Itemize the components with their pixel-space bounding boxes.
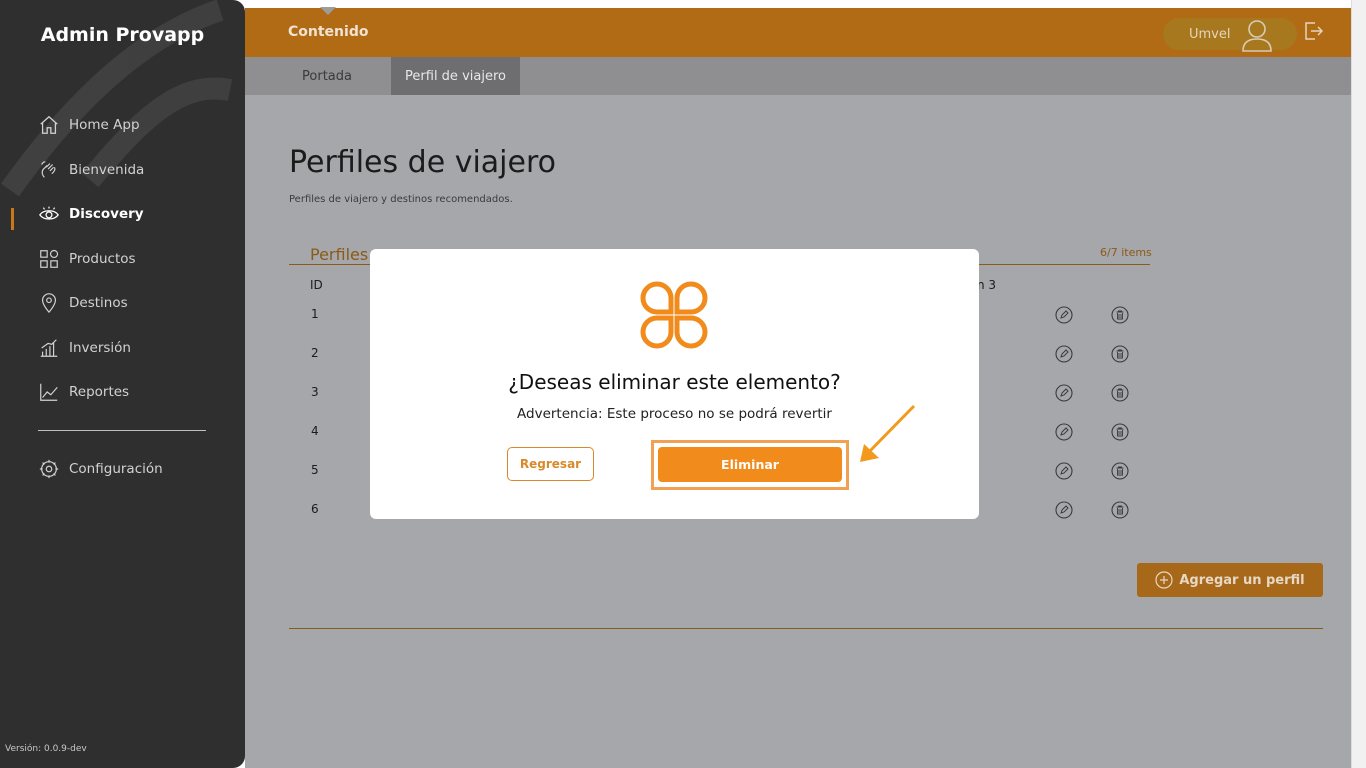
- page-title: Perfiles de viajero: [289, 145, 556, 180]
- sidebar-item-label: Bienvenida: [69, 162, 145, 178]
- sidebar-item-discovery[interactable]: Discovery: [38, 203, 144, 225]
- back-button[interactable]: Regresar: [507, 447, 594, 481]
- delete-icon[interactable]: [1111, 384, 1129, 402]
- sidebar-item-configuracion[interactable]: Configuración: [38, 458, 163, 480]
- edit-icon[interactable]: [1055, 423, 1073, 441]
- edit-icon[interactable]: [1055, 345, 1073, 363]
- column-header-3: n 3: [977, 278, 997, 292]
- items-count: 6/7 items: [1100, 246, 1152, 259]
- wave-hand-icon: [41, 161, 56, 178]
- tab-perfil-de-viajero[interactable]: Perfil de viajero: [391, 57, 520, 95]
- sidebar-item-productos[interactable]: Productos: [38, 248, 136, 270]
- active-indicator: [11, 208, 14, 230]
- user-name: Umvel: [1189, 26, 1231, 42]
- line-chart-icon: [40, 383, 58, 401]
- bottom-divider: [289, 628, 1323, 629]
- row-id: 2: [311, 346, 319, 360]
- sidebar-item-label: Configuración: [69, 461, 163, 477]
- dialog-question: ¿Deseas eliminar este elemento?: [508, 370, 841, 394]
- caret-icon: [320, 7, 336, 15]
- version-label: Versión: 0.0.9-dev: [5, 744, 87, 754]
- grid-icon: [40, 249, 59, 268]
- tab-bar: Portada Perfil de viajero: [245, 57, 1351, 95]
- sidebar-item-reportes[interactable]: Reportes: [38, 381, 129, 403]
- add-profile-button[interactable]: Agregar un perfil: [1137, 563, 1323, 597]
- delete-button[interactable]: Eliminar: [658, 447, 842, 482]
- sidebar-item-bienvenida[interactable]: Bienvenida: [38, 159, 144, 181]
- confirm-delete-dialog: ¿Deseas eliminar este elemento? Adverten…: [370, 249, 979, 519]
- sidebar-item-home-app[interactable]: Home App: [38, 114, 140, 136]
- app-brand: Admin Provapp: [40, 24, 205, 46]
- sidebar-item-label: Inversión: [69, 340, 131, 356]
- eye-icon: [39, 206, 59, 220]
- sidebar-item-label: Productos: [69, 251, 136, 267]
- sidebar: Admin Provapp Home App Bienvenida Discov…: [0, 0, 245, 768]
- sidebar-item-inversion[interactable]: Inversión: [38, 337, 131, 359]
- delete-button-highlight: Eliminar: [651, 440, 849, 490]
- plus-circle-icon: [1155, 571, 1173, 589]
- add-profile-label: Agregar un perfil: [1179, 572, 1305, 588]
- row-id: 4: [311, 424, 319, 438]
- edit-icon[interactable]: [1055, 462, 1073, 480]
- edit-icon[interactable]: [1055, 384, 1073, 402]
- delete-icon[interactable]: [1111, 423, 1129, 441]
- delete-icon[interactable]: [1111, 306, 1129, 324]
- delete-icon[interactable]: [1111, 345, 1129, 363]
- edit-icon[interactable]: [1055, 501, 1073, 519]
- list-title: Perfiles: [310, 245, 369, 264]
- sidebar-item-label: Discovery: [69, 206, 144, 222]
- gear-icon: [39, 459, 59, 479]
- location-pin-icon: [41, 293, 57, 314]
- sidebar-item-label: Reportes: [69, 384, 130, 400]
- user-menu[interactable]: Umvel: [1163, 18, 1297, 52]
- tab-portada[interactable]: Portada: [281, 57, 373, 95]
- section-title: Contenido: [288, 24, 369, 40]
- logout-icon[interactable]: [1302, 20, 1324, 42]
- delete-icon[interactable]: [1111, 501, 1129, 519]
- sidebar-item-label: Home App: [69, 117, 140, 133]
- sidebar-item-destinos[interactable]: Destinos: [38, 292, 128, 314]
- row-id: 5: [311, 463, 319, 477]
- edit-icon[interactable]: [1055, 306, 1073, 324]
- sidebar-item-label: Destinos: [69, 295, 128, 311]
- row-id: 3: [311, 385, 319, 399]
- home-icon: [40, 115, 58, 134]
- annotation-arrow-icon: [860, 404, 916, 462]
- delete-icon[interactable]: [1111, 462, 1129, 480]
- sidebar-divider: [38, 430, 206, 431]
- page-subtitle: Perfiles de viajero y destinos recomenda…: [289, 194, 513, 205]
- top-bar: Contenido Umvel: [245, 7, 1351, 57]
- clover-logo-icon: [640, 281, 708, 349]
- column-header-id: ID: [310, 278, 323, 292]
- row-id: 6: [311, 502, 319, 516]
- row-id: 1: [311, 307, 319, 321]
- page-scrollbar[interactable]: [1351, 0, 1366, 768]
- bar-chart-icon: [40, 339, 58, 357]
- user-avatar-icon: [1242, 20, 1272, 52]
